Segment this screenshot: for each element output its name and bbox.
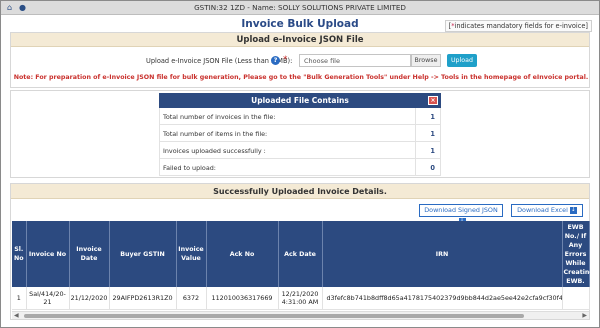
cell-invoice-no: Sal/414/20-21 xyxy=(26,287,70,310)
mandatory-text: indicates mandatory fields for e-invoice… xyxy=(454,22,588,30)
bulk-generation-note: Note: For preparation of e-Invoice JSON … xyxy=(13,74,589,81)
column-header: Buyer GSTIN xyxy=(109,221,177,287)
summary-row-label: Failed to upload: xyxy=(163,164,216,172)
summary-title: Uploaded File Contains xyxy=(251,96,349,105)
details-heading: Successfully Uploaded Invoice Details. xyxy=(11,184,589,199)
cell-ack-date: 12/21/2020 4:31:00 AM xyxy=(278,287,323,310)
column-header: IRN xyxy=(322,221,563,287)
summary-row-value: 1 xyxy=(430,113,435,121)
scroll-right-icon[interactable]: ▶ xyxy=(582,312,587,319)
summary-row: Total number of items in the file: 1 xyxy=(159,125,441,142)
summary-row: Total number of invoices in the file: 1 xyxy=(159,108,441,125)
cell-ack-no: 112010036317669 xyxy=(206,287,279,310)
download-icon: ↓ xyxy=(569,206,577,214)
upload-button[interactable]: Upload xyxy=(447,54,477,67)
summary-panel: Uploaded File Contains × Total number of… xyxy=(10,90,590,178)
column-header: Invoice Value xyxy=(176,221,207,287)
summary-row-value: 1 xyxy=(430,130,435,138)
column-header: Invoice No xyxy=(26,221,70,287)
summary-divider xyxy=(415,108,416,124)
summary-row-value: 0 xyxy=(430,164,435,172)
help-icon[interactable]: ? xyxy=(271,56,280,65)
column-header: Sl. No xyxy=(12,221,27,287)
summary-divider xyxy=(415,142,416,158)
summary-divider xyxy=(415,159,416,175)
mandatory-note: [*indicates mandatory fields for e-invoi… xyxy=(444,20,592,32)
download-signed-json-button[interactable]: Download Signed JSON↓ xyxy=(419,204,503,225)
column-header: EWB No./ If Any Errors While Creating EW… xyxy=(562,221,594,287)
required-asterisk: * xyxy=(283,55,288,65)
close-icon[interactable]: × xyxy=(428,96,438,105)
invoice-details-table: Sl. No Invoice No Invoice Date Buyer GST… xyxy=(12,221,594,310)
table-row: 1 Sal/414/20-21 21/12/2020 29AIFPD2613R1… xyxy=(12,287,590,310)
summary-row-label: Total number of invoices in the file: xyxy=(163,113,276,121)
download-excel-button[interactable]: Download Excel ↓ xyxy=(511,204,583,217)
cell-buyer-gstin: 29AIFPD2613R1Z0 xyxy=(109,287,177,310)
upload-panel: Upload e-Invoice JSON File Upload e-Invo… xyxy=(10,32,590,88)
cell-invoice-date: 21/12/2020 xyxy=(69,287,110,310)
summary-row: Failed to upload: 0 xyxy=(159,159,441,176)
cell-invoice-value: 6372 xyxy=(176,287,207,310)
gstin-text: GSTIN:32 1ZD - Name: SOLLY SOLUTIONS PRI… xyxy=(194,3,406,12)
upload-row: Upload e-Invoice JSON File (Less than 2 … xyxy=(11,54,591,68)
horizontal-scrollbar[interactable]: ◀ ▶ xyxy=(12,311,589,319)
download-excel-label: Download Excel xyxy=(517,206,568,214)
cell-ewb xyxy=(562,287,590,310)
summary-row-label: Total number of items in the file: xyxy=(163,130,268,138)
cell-irn: d3fefc8b741b8dff8d65a4178175402379d9bb84… xyxy=(322,287,563,310)
uploaded-file-summary: Uploaded File Contains × Total number of… xyxy=(159,93,441,176)
upload-heading: Upload e-Invoice JSON File xyxy=(11,33,589,47)
cell-sl-no: 1 xyxy=(12,287,27,310)
details-panel: Successfully Uploaded Invoice Details. D… xyxy=(10,183,594,320)
summary-row-value: 1 xyxy=(430,147,435,155)
summary-row: Invoices uploaded successfully : 1 xyxy=(159,142,441,159)
column-header: Invoice Date xyxy=(69,221,110,287)
summary-divider xyxy=(415,125,416,141)
column-header: Ack No xyxy=(206,221,279,287)
summary-heading: Uploaded File Contains × xyxy=(159,93,441,108)
scroll-left-icon[interactable]: ◀ xyxy=(14,312,19,319)
browse-button[interactable]: Browse xyxy=(411,54,441,67)
column-header: Ack Date xyxy=(278,221,323,287)
top-bar: ⌂ ● GSTIN:32 1ZD - Name: SOLLY SOLUTIONS… xyxy=(1,1,599,15)
scrollbar-thumb[interactable] xyxy=(24,314,524,318)
download-json-label: Download Signed JSON xyxy=(424,206,498,214)
table-header-row: Sl. No Invoice No Invoice Date Buyer GST… xyxy=(12,221,594,287)
file-input[interactable]: Choose file xyxy=(299,54,411,67)
summary-row-label: Invoices uploaded successfully : xyxy=(163,147,266,155)
